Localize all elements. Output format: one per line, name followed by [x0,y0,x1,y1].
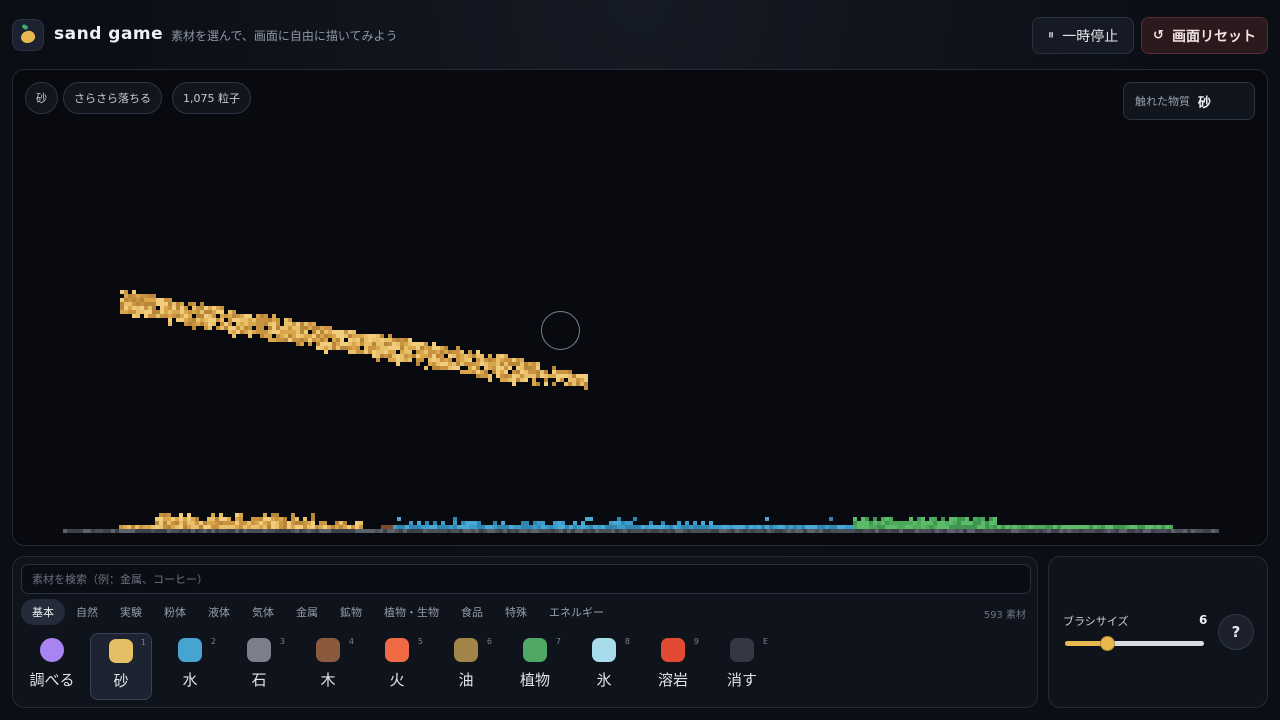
tool-button[interactable]: 水2 [159,633,221,700]
sprout-icon [21,23,29,31]
material-count: 593 素材 [983,610,1026,621]
tool-button[interactable]: 木4 [297,633,359,700]
status-material-chip: 砂 [25,82,58,114]
tool-label: 木 [320,671,336,689]
status-behavior-chip: さらさら落ちる [63,82,162,114]
tool-label: 調べる [29,671,75,689]
category-tab[interactable]: 粉体 [153,599,197,625]
material-swatch-icon [730,638,754,662]
app-subtitle: 素材を選んで、画面に自由に描いてみよう [171,29,398,43]
category-tab[interactable]: 食品 [450,599,494,625]
shortcut-key: 1 [140,638,146,647]
material-swatch-icon [523,638,547,662]
sand-grain-icon [19,28,37,46]
category-tabs: 基本 自然 実験 粉体 液体 気体 金属 鉱物 植物・生物 食品 特殊 エネルギー [21,599,615,625]
shortcut-key: 4 [348,637,354,646]
inspect-icon [40,638,64,662]
material-swatch-icon [592,638,616,662]
tool-list: 調べる砂 1 水 2 石 3 木 4 火 5 油 6 植物 7 氷 8 溶岩 9 消す E [21,633,780,700]
app-title: sand game [54,24,164,44]
shortcut-key: 8 [624,637,630,646]
material-swatch-icon [316,638,340,662]
shortcut-key: E [762,637,768,646]
pause-button[interactable]: ⏸ 一時停止 [1032,17,1134,54]
shortcut-key: 3 [279,637,285,646]
pause-label: 一時停止 [1062,28,1119,45]
shortcut-key: 9 [693,637,699,646]
app-logo [12,19,44,51]
tool-label: 溶岩 [657,671,688,689]
material-swatch-icon [385,638,409,662]
tool-button[interactable]: 砂1 [90,633,152,700]
shortcut-key: 6 [486,637,492,646]
material-palette: 基本自然実験粉体液体気体金属鉱物植物・生物食品特殊エネルギー 593 素材 調べ… [12,556,1038,708]
category-tab[interactable]: 特殊 [494,599,538,625]
brush-panel: ブラシサイズ 6 ? [1048,556,1268,708]
tool-label: 水 [182,671,198,689]
tool-button[interactable]: 消す E [711,633,773,700]
tool-label: 油 [458,671,474,689]
tool-button[interactable]: 火5 [366,633,428,700]
brush-size-label: ブラシサイズ [1063,615,1129,628]
tool-button[interactable]: 植物 7 [504,633,566,700]
tool-button[interactable]: 石3 [228,633,290,700]
shortcut-key: 2 [210,637,216,646]
material-swatch-icon [109,639,133,663]
material-swatch-icon [454,638,478,662]
brush-size-slider[interactable] [1065,636,1204,651]
tool-label: 植物 [519,671,550,689]
tool-button[interactable]: 溶岩 9 [642,633,704,700]
pause-icon: ⏸ [1047,28,1055,43]
tool-button[interactable]: 調べる [21,633,83,700]
sand-canvas[interactable]: 砂 さらさら落ちる 1,075 粒子 触れた物質 砂 [12,69,1268,546]
tool-label: 石 [251,671,267,689]
category-tab[interactable]: 鉱物 [329,599,373,625]
brush-size-value: 6 [1199,613,1208,627]
reset-icon: ↺ [1153,28,1164,43]
brush-cursor [541,311,580,350]
slider-thumb[interactable] [1099,636,1115,651]
tool-label: 消す [726,671,757,689]
category-tab[interactable]: 実験 [109,599,153,625]
category-tab[interactable]: 気体 [241,599,285,625]
category-tab[interactable]: 基本 [21,599,65,625]
touched-material-box: 触れた物質 砂 [1123,82,1255,120]
help-button[interactable]: ? [1218,614,1254,650]
category-tab[interactable]: 金属 [285,599,329,625]
tool-label: 氷 [596,671,612,689]
touched-value: 砂 [1198,95,1212,111]
reset-label: 画面リセット [1171,28,1256,45]
status-particles-chip: 1,075 粒子 [172,82,251,114]
material-swatch-icon [178,638,202,662]
category-tab[interactable]: エネルギー [538,599,615,625]
tool-label: 砂 [113,672,129,690]
category-tab[interactable]: 液体 [197,599,241,625]
material-swatch-icon [661,638,685,662]
reset-button[interactable]: ↺ 画面リセット [1141,17,1268,54]
material-swatch-icon [247,638,271,662]
shortcut-key: 5 [417,637,423,646]
tool-label: 火 [389,671,405,689]
category-tab[interactable]: 自然 [65,599,109,625]
tool-button[interactable]: 氷8 [573,633,635,700]
shortcut-key: 7 [555,637,561,646]
tool-button[interactable]: 油6 [435,633,497,700]
particle-layer [63,290,1219,533]
material-search-input[interactable] [21,564,1031,594]
touched-label: 触れた物質 [1135,95,1190,108]
category-tab[interactable]: 植物・生物 [373,599,450,625]
